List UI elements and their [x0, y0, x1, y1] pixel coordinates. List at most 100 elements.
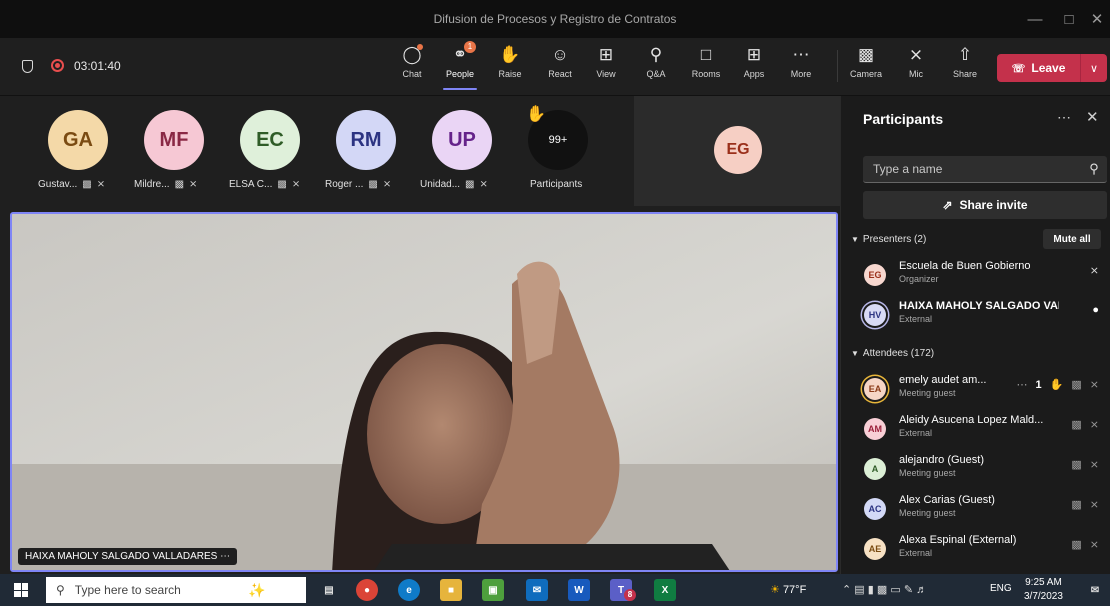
participant-name: alejandro (Guest) [899, 454, 984, 466]
presenters-header[interactable]: ▼ Presenters (2) [851, 234, 926, 245]
participant-avatar: EG [714, 126, 762, 174]
main-video[interactable]: HAIXA MAHOLY SALGADO VALLADARES ⋯ [10, 212, 838, 572]
avatar-initials: AM [868, 424, 882, 434]
windows-taskbar: ⚲ Type here to search ✨ ▤ ● e ■ ▣ ✉ W T8… [0, 574, 1110, 606]
rooms-button[interactable]: □ Rooms [683, 44, 729, 79]
share-tray-icon: ⇧ [957, 45, 973, 64]
ellipsis-icon: ⋯ [792, 45, 810, 64]
participant-row[interactable]: EA emely audet am... Meeting guest ⋯ 1 ✋… [841, 370, 1110, 406]
more-button[interactable]: ⋯ More [778, 44, 824, 79]
view-button[interactable]: ⊞ View [583, 44, 629, 79]
share-invite-button[interactable]: ⇗ Share invite [863, 191, 1107, 219]
camera-button[interactable]: ▩ Camera [843, 44, 889, 79]
language-indicator[interactable]: ENG [990, 583, 1012, 594]
qa-label: Q&A [646, 69, 666, 79]
participant-name: Roger ... ▩ ⨯ [325, 179, 391, 190]
participant-avatar[interactable]: UP [432, 110, 492, 170]
hand-icon: ✋ [499, 45, 521, 64]
participant-search-input[interactable] [873, 162, 1081, 176]
pen-icon[interactable]: ✎ [904, 584, 913, 596]
people-button[interactable]: ⚭ 1 People [437, 41, 483, 90]
participant-name: Mildre... ▩ ⨯ [134, 179, 197, 190]
battery-icon[interactable]: ▭ [890, 584, 900, 596]
taskbar-clock[interactable]: 9:25 AM 3/7/2023 [1024, 576, 1063, 604]
excel-icon[interactable]: X [654, 579, 676, 601]
participant-row[interactable]: AE Alexa Espinal (External) External ▩ ⨯ [841, 530, 1110, 566]
mic-off-icon: ⨯ [1089, 265, 1099, 277]
qa-button[interactable]: ⚲ Q&A [633, 44, 679, 79]
close-window-icon[interactable]: ✕ [1080, 0, 1110, 38]
chrome-icon[interactable]: ● [356, 579, 378, 601]
teams-icon[interactable]: T8 [610, 579, 636, 601]
apps-button[interactable]: ⊞ Apps [731, 44, 777, 79]
network-icon[interactable]: ▩ [877, 584, 887, 596]
store-icon[interactable]: ▣ [482, 579, 504, 601]
participant-tile[interactable]: EG [634, 96, 840, 206]
participant-avatar[interactable]: MF [144, 110, 204, 170]
react-label: React [548, 69, 572, 79]
participant-row[interactable]: EG Escuela de Buen Gobierno Organizer ⨯ [841, 256, 1110, 292]
mail-icon[interactable]: ✉ [526, 579, 548, 601]
notification-icon[interactable]: ✉ [1084, 579, 1106, 601]
participant-name: Alex Carias (Guest) [899, 494, 995, 506]
participant-avatar[interactable]: EC [240, 110, 300, 170]
panel-close-icon[interactable]: ✕ [1086, 108, 1099, 126]
window-title: Difusion de Procesos y Registro de Contr… [433, 12, 677, 26]
camera-off-icon: ▩ [1071, 379, 1082, 391]
mic-button[interactable]: ⨯ Mic [893, 44, 939, 79]
mic-off-icon: ⨯ [479, 179, 488, 190]
chat-notification-dot [417, 44, 423, 50]
volume-icon[interactable]: ♬ [916, 584, 927, 596]
speaker-name-label[interactable]: HAIXA MAHOLY SALGADO VALLADARES ⋯ [18, 548, 238, 565]
speaker-more-icon[interactable]: ⋯ [220, 551, 230, 562]
participant-avatar[interactable]: RM [336, 110, 396, 170]
search-highlight-icon[interactable]: ✨ [246, 579, 268, 601]
word-icon[interactable]: W [568, 579, 590, 601]
camera-off-icon: ▩ [465, 179, 475, 190]
leave-dropdown-chevron-icon[interactable]: ∨ [1081, 62, 1107, 75]
participant-status-icons: ▩ ⨯ [1071, 418, 1099, 431]
file-explorer-icon[interactable]: ■ [440, 579, 462, 601]
participant-row[interactable]: HV HAIXA MAHOLY SALGADO VAL... External … [841, 296, 1110, 332]
tray-icons[interactable]: ⌃ ▤ ▮ ▩ ▭ ✎ ♬ [842, 583, 927, 596]
windows-start-icon[interactable] [14, 583, 28, 597]
row-more-icon[interactable]: ⋯ [1017, 378, 1028, 391]
avatar-initials: EA [868, 384, 882, 394]
search-icon[interactable]: ⚲ [1081, 161, 1107, 177]
mic-off-icon: ⨯ [908, 45, 924, 64]
minimize-icon[interactable]: — [1018, 0, 1052, 38]
presenters-header-label: Presenters (2) [862, 234, 927, 245]
task-view-icon[interactable]: ▤ [318, 579, 340, 601]
camera-off-icon: ▩ [1071, 459, 1082, 471]
leave-main[interactable]: ☏ Leave [997, 54, 1081, 82]
participant-search[interactable]: ⚲ [863, 156, 1107, 183]
attendees-header[interactable]: ▼ Attendees (172) [851, 348, 934, 359]
participant-row[interactable]: A alejandro (Guest) Meeting guest ▩ ⨯ [841, 450, 1110, 486]
participant-avatar[interactable]: GA [48, 110, 108, 170]
avatar-initials: HV [868, 310, 882, 320]
participant-row[interactable]: AC Alex Carias (Guest) Meeting guest ▩ ⨯ [841, 490, 1110, 526]
react-button[interactable]: ☺ React [537, 44, 583, 79]
speaker-name: HAIXA MAHOLY SALGADO VALLADARES [25, 551, 218, 562]
avatar-initials: EG [726, 141, 750, 158]
panel-more-icon[interactable]: ⋯ [1057, 109, 1071, 126]
qa-icon: ⚲ [649, 45, 663, 64]
mute-all-button[interactable]: Mute all [1043, 229, 1101, 249]
tray-app-icon[interactable]: ▮ [868, 584, 874, 596]
participant-name: Alexa Espinal (External) [899, 534, 1017, 546]
avatar-initials: MF [159, 128, 189, 151]
weather-widget[interactable]: ☀ 77°F [770, 583, 806, 596]
chat-icon: ◯ [402, 44, 423, 64]
share-button[interactable]: ⇧ Share [942, 44, 988, 79]
taskbar-search-placeholder: Type here to search [74, 583, 181, 597]
video-frame [12, 214, 836, 570]
chat-button[interactable]: ◯ Chat [389, 44, 435, 79]
raise-hand-button[interactable]: ✋ Raise [487, 44, 533, 79]
tray-app-icon[interactable]: ▤ [854, 584, 864, 596]
avatar: EA [864, 378, 886, 400]
avatar-initials: RM [350, 128, 382, 151]
leave-button[interactable]: ☏ Leave ∨ [997, 54, 1107, 82]
participant-row[interactable]: AM Aleidy Asucena Lopez Mald... External… [841, 410, 1110, 446]
edge-icon[interactable]: e [398, 579, 420, 601]
chevron-up-icon[interactable]: ⌃ [842, 584, 851, 596]
